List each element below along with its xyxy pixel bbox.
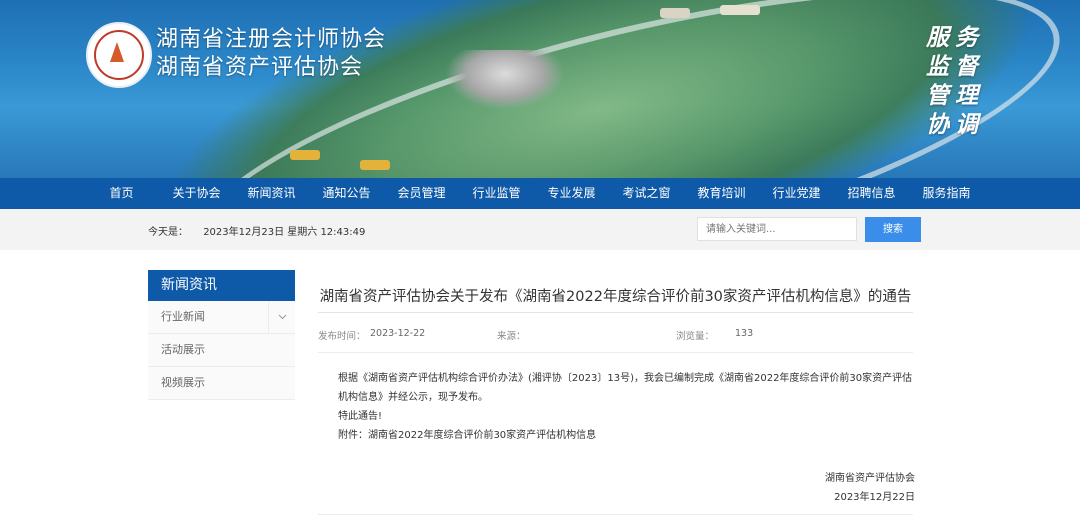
sign-date: 2023年12月22日 [834, 492, 915, 503]
sidebar-item-label: 视频展示 [161, 376, 205, 389]
sidebar-item-label: 活动展示 [161, 343, 205, 356]
main-nav: 首页 关于协会 新闻资讯 通知公告 会员管理 行业监管 专业发展 考试之窗 教育… [0, 178, 1080, 209]
sidebar-item-industry-news[interactable]: 行业新闻 [148, 301, 295, 334]
sidebar: 新闻资讯 行业新闻 活动展示 视频展示 [148, 270, 295, 400]
header-banner: 湖南省注册会计师协会 湖南省资产评估协会 服 务 监 督 管 理 协 调 [0, 0, 1080, 178]
nav-item-supervision[interactable]: 行业监管 [459, 178, 534, 209]
nav-item-notices[interactable]: 通知公告 [309, 178, 384, 209]
views-label: 浏览量： [676, 331, 715, 342]
sidebar-item-label: 行业新闻 [161, 310, 205, 323]
article-body: 根据《湖南省资产评估机构综合评价办法》(湘评协〔2023〕13号)，我会已编制完… [318, 369, 918, 445]
site-name-line2: 湖南省资产评估协会 [156, 55, 364, 80]
association-logo[interactable] [86, 22, 152, 88]
nav-item-party[interactable]: 行业党建 [759, 178, 834, 209]
views-count: 133 [735, 328, 754, 339]
sidebar-item-activities[interactable]: 活动展示 [148, 334, 295, 367]
current-date: 今天是： 2023年12月23日 星期六 12:43:49 [148, 223, 365, 238]
sidebar-title: 新闻资讯 [148, 270, 295, 301]
chevron-down-icon[interactable] [268, 301, 295, 333]
slogan: 服 务 监 督 管 理 协 调 [926, 24, 978, 138]
article-signature: 湖南省资产评估协会 2023年12月22日 [825, 469, 915, 507]
nav-item-training[interactable]: 教育培训 [684, 178, 759, 209]
nav-item-members[interactable]: 会员管理 [384, 178, 459, 209]
site-name: 湖南省注册会计师协会 湖南省资产评估协会 [156, 26, 386, 82]
article: 湖南省资产评估协会关于发布《湖南省2022年度综合评价前30家资产评估机构信息》… [318, 270, 915, 515]
publish-date: 2023-12-22 [370, 328, 426, 339]
date-label: 今天是： [148, 227, 188, 238]
date-value: 2023年12月23日 星期六 12:43:49 [203, 227, 366, 238]
article-paragraph: 特此通告! [338, 411, 383, 422]
source-label: 来源： [497, 331, 526, 342]
attachment-link[interactable]: 附件：湖南省2022年度综合评价前30家资产评估机构信息 [318, 426, 918, 445]
article-paragraph: 根据《湖南省资产评估机构综合评价办法》(湘评协〔2023〕13号)，我会已编制完… [338, 373, 913, 403]
nav-item-about[interactable]: 关于协会 [159, 178, 234, 209]
search-button[interactable]: 搜索 [865, 217, 921, 242]
sidebar-item-videos[interactable]: 视频展示 [148, 367, 295, 400]
nav-item-news[interactable]: 新闻资讯 [234, 178, 309, 209]
site-name-line1: 湖南省注册会计师协会 [156, 27, 387, 52]
search-input[interactable] [697, 217, 857, 241]
nav-item-home[interactable]: 首页 [84, 178, 159, 209]
nav-item-development[interactable]: 专业发展 [534, 178, 609, 209]
nav-item-services[interactable]: 服务指南 [909, 178, 984, 209]
article-title: 湖南省资产评估协会关于发布《湖南省2022年度综合评价前30家资产评估机构信息》… [319, 289, 912, 305]
signer-name: 湖南省资产评估协会 [825, 473, 915, 484]
nav-item-exams[interactable]: 考试之窗 [609, 178, 684, 209]
nav-item-jobs[interactable]: 招聘信息 [834, 178, 909, 209]
info-bar: 今天是： 2023年12月23日 星期六 12:43:49 搜索 [0, 209, 1080, 250]
publish-label: 发布时间： [318, 331, 366, 342]
